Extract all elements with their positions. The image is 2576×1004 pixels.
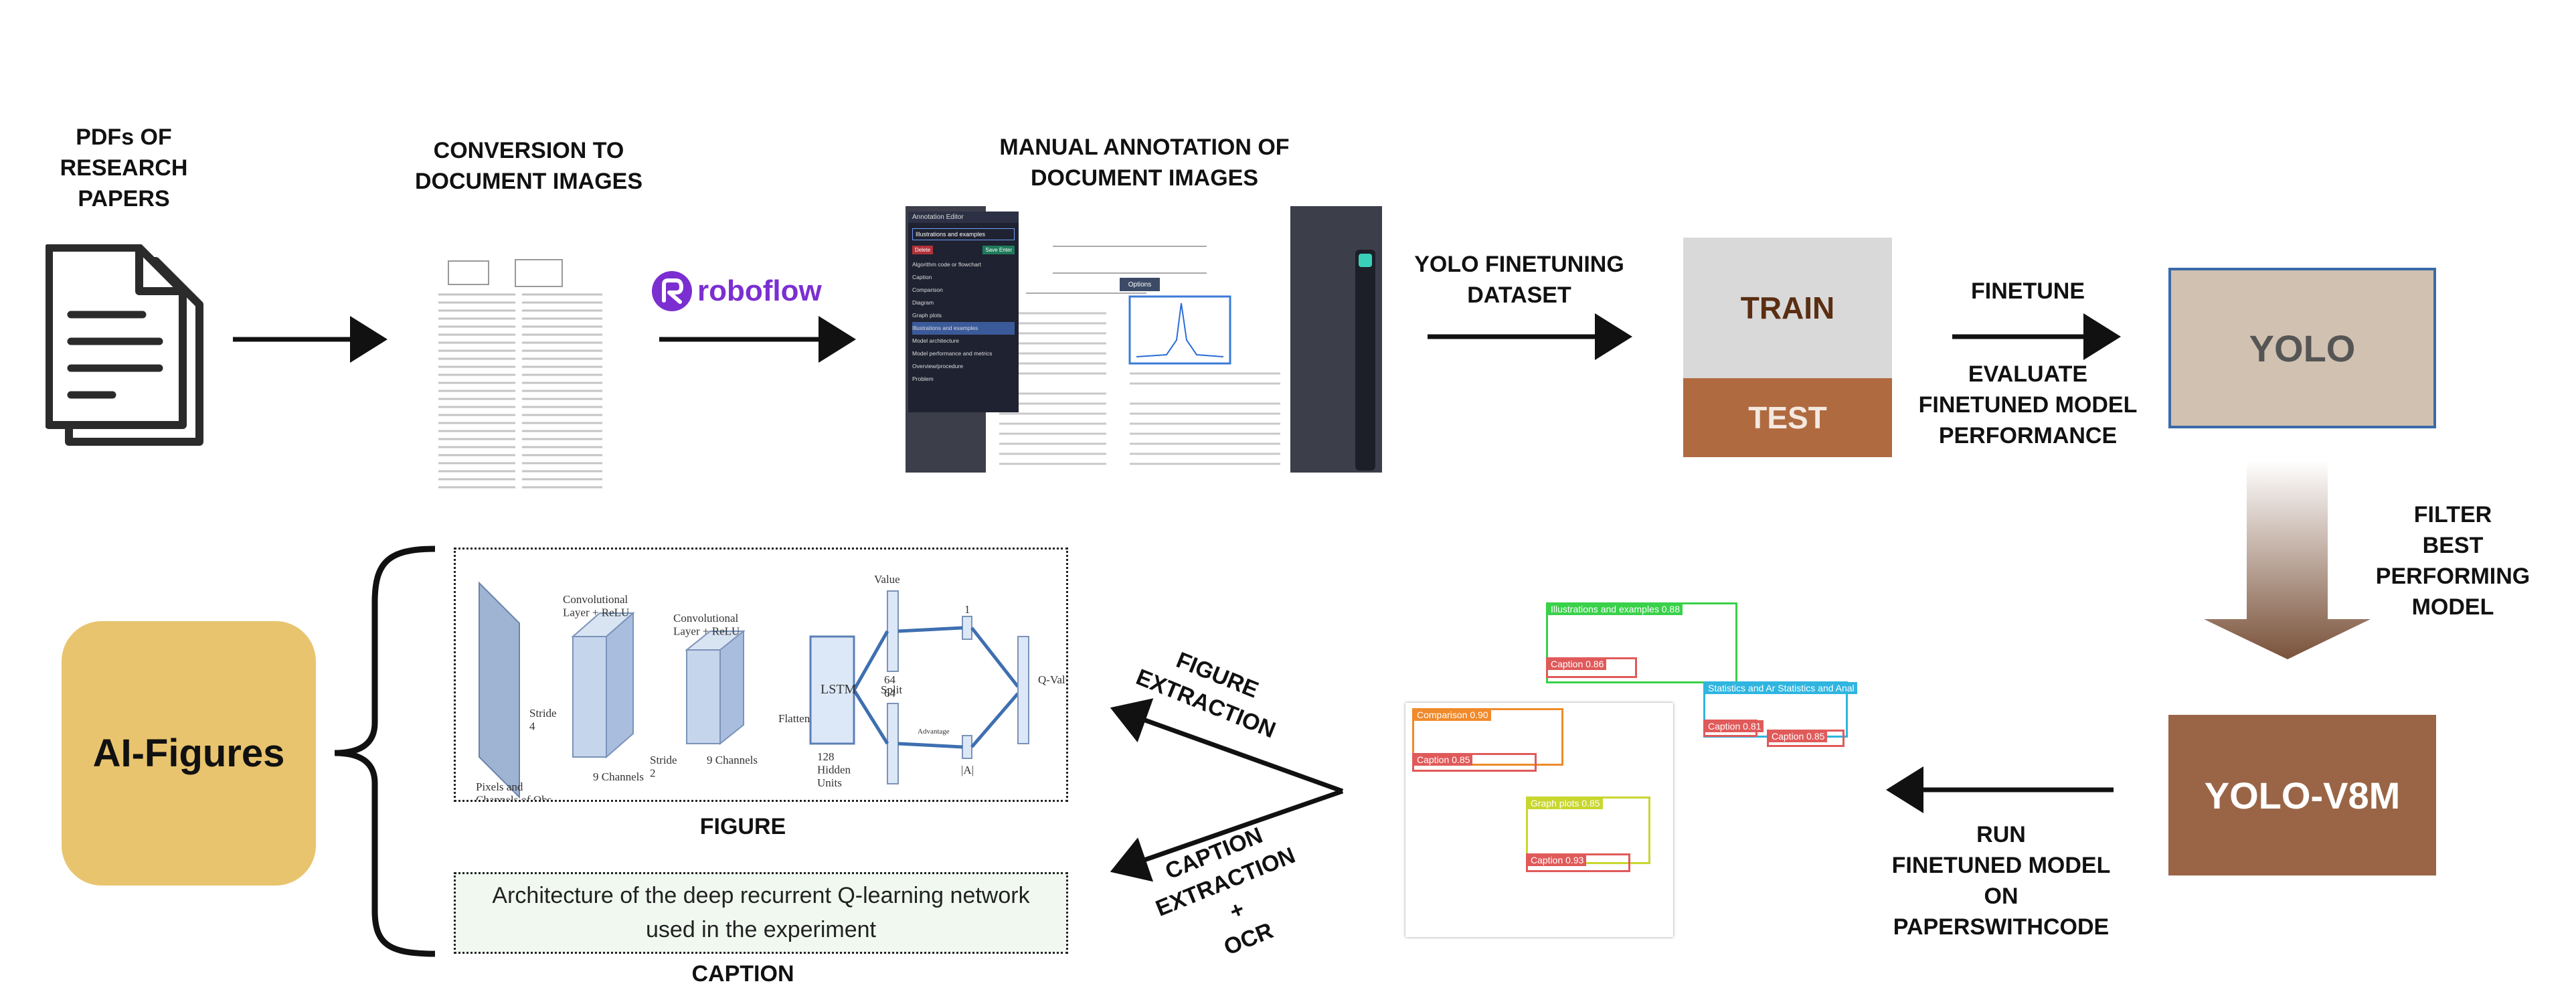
filter-arrow (2204, 461, 2371, 659)
detection-label: Caption 0.93 (1528, 854, 1587, 866)
conv2-label: Convolutional Layer + ReLU (673, 612, 740, 638)
class-item[interactable]: Model architecture (912, 335, 1015, 347)
advantage-label: Advantage (918, 728, 950, 736)
class-item[interactable]: Comparison (912, 284, 1015, 297)
yolov8m-model-box: YOLO-V8M (2168, 715, 2436, 875)
roboflow-logo: roboflow (651, 268, 845, 315)
network-architecture-figure: Convolutional Layer + ReLU Convolutional L… (476, 573, 1080, 807)
step-dataset-label: YOLO FINETUNING DATASET (1414, 252, 1624, 308)
annotation-options-chip[interactable]: Options (1120, 278, 1160, 291)
step-filter-label: FILTER BEST PERFORMING MODEL (2375, 502, 2530, 620)
step-finetune-label: FINETUNE (1971, 278, 2085, 304)
annotation-class-input[interactable]: Illustrations and examples (912, 228, 1015, 240)
document-page-graphic (438, 259, 602, 489)
conv1-label: Convolutional Layer + ReLU (563, 593, 629, 619)
step-annotation-label: MANUAL ANNOTATION OF DOCUMENT IMAGES (999, 135, 1290, 191)
detection-box: Caption 0.86 (1546, 657, 1637, 678)
annotation-editor-title: Annotation Editor (908, 212, 1019, 223)
caption-label: CAPTION (691, 961, 794, 987)
class-item[interactable]: Overview/procedure (912, 360, 1015, 373)
pdf-document-icon (46, 244, 203, 446)
stride2-label: Stride 2 (650, 754, 677, 780)
detection-label: Caption 0.86 (1548, 658, 1607, 670)
step-conversion-label: CONVERSION TO DOCUMENT IMAGES (415, 138, 642, 194)
class-item-selected[interactable]: Illustrations and examples (912, 322, 1015, 335)
n64a-label: 64 (884, 673, 896, 686)
detection-box: Caption 0.81 (1703, 720, 1764, 737)
pixels-label: Pixels andChannels of Obs. (476, 780, 555, 800)
test-split-box: TEST (1683, 378, 1892, 457)
extracted-figure-frame: Convolutional Layer + ReLU Convolutional L… (454, 548, 1080, 807)
qvalues-label: Q-Values (1038, 673, 1066, 686)
n64b-label: 64 (884, 687, 896, 699)
class-item[interactable]: Caption (912, 271, 1015, 284)
roboflow-icon (652, 271, 692, 311)
annotation-editor-panel: Annotation Editor Illustrations and exam… (908, 212, 1019, 412)
class-item[interactable]: Algorithm code or flowchart (912, 258, 1015, 271)
figure-label: FIGURE (699, 814, 786, 839)
ai-figures-box: AI-Figures (62, 621, 316, 886)
step-run-label: RUN FINETUNED MODEL ON PAPERSWITHCODE (1891, 822, 2111, 940)
detection-label: Caption 0.85 (1769, 730, 1828, 742)
document-image-thumbnail (435, 254, 609, 502)
detection-label: Illustrations and examples 0.88 (1548, 603, 1683, 615)
flatten-label: Flatten (778, 712, 810, 725)
annotation-document-page (986, 206, 1290, 473)
step-pdfs-label: PDFs OF RESEARCH PAPERS (60, 124, 188, 212)
annotation-screenshot: Options Annotation Editor Illustrations … (906, 206, 1382, 473)
yolo-model-box: YOLO (2168, 268, 2436, 428)
detection-label: Graph plots 0.85 (1528, 797, 1603, 809)
curly-brace (334, 546, 436, 957)
annotation-page-content (999, 246, 1280, 465)
n1-label: 1 (964, 603, 970, 616)
detection-box: Caption 0.85 (1767, 730, 1844, 747)
tool-select-icon[interactable] (1359, 254, 1372, 267)
detection-label: Statistics and Ar Statistics and Anal (1705, 682, 1857, 694)
detection-results-collage: Illustrations and examples 0.88 Caption … (1405, 602, 1857, 937)
hidden-label: 128 Hidden Units (817, 750, 851, 789)
save-button[interactable]: Save Enter (982, 246, 1015, 254)
class-item[interactable]: Graph plots (912, 309, 1015, 322)
class-item[interactable]: Diagram (912, 297, 1015, 309)
value-label: Value (874, 573, 900, 586)
stride4-label: Stride 4 (529, 707, 557, 733)
detection-box: Caption 0.93 (1526, 853, 1630, 872)
annotation-toolbar (1355, 250, 1375, 471)
channels9b-label: 9 Channels (707, 754, 758, 766)
delete-button[interactable]: Delete (912, 246, 934, 254)
detection-label: Caption 0.85 (1414, 754, 1473, 766)
step-evaluate-label: EVALUATE FINETUNED MODEL PERFORMANCE (1918, 361, 2138, 448)
a-label: |A| (961, 764, 974, 776)
train-split-box: TRAIN (1683, 238, 1892, 378)
detection-label: Comparison 0.90 (1414, 709, 1491, 721)
class-item[interactable]: Problem (912, 373, 1015, 386)
class-item[interactable]: Model performance and metrics (912, 347, 1015, 360)
roboflow-wordmark: roboflow (697, 274, 822, 307)
detection-box: Caption 0.85 (1412, 753, 1537, 772)
detection-label: Caption 0.81 (1705, 720, 1764, 732)
detection-page-front: Comparison 0.90 Caption 0.85 Graph plots… (1405, 703, 1673, 937)
class-list: Algorithm code or flowchart Caption Comp… (908, 258, 1019, 386)
caption-text: Architecture of the deep recurrent Q-lea… (492, 883, 1030, 942)
channels9a-label: 9 Channels (593, 770, 644, 783)
extracted-caption-frame: Architecture of the deep recurrent Q-lea… (454, 872, 1068, 954)
lstm-label: LSTM (821, 682, 857, 697)
